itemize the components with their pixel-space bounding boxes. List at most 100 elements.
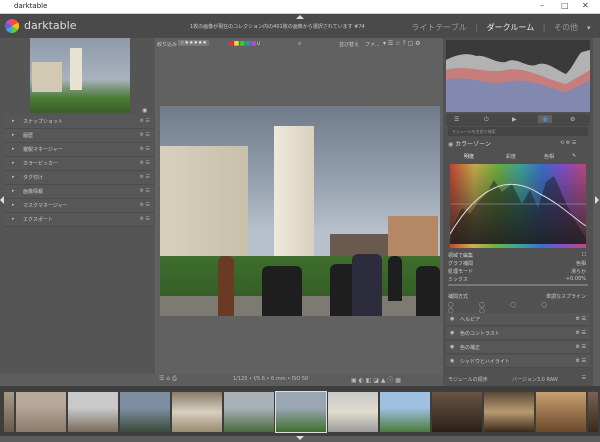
bottom-toolbar: ☰ ⌂ ⎙ 1/125 • f/5.6 • 6 mm • ISO 50 ▣ ◐ …	[155, 374, 443, 386]
bottom-collapse-icon[interactable]	[296, 436, 304, 440]
filmstrip-thumb[interactable]	[536, 392, 586, 432]
view-lighttable[interactable]: ライトテーブル	[411, 23, 467, 32]
module-icons[interactable]: ⚙ ☰	[139, 132, 150, 138]
module-row-2[interactable]: ◉ 色のコントラスト ⚙ ☰	[446, 327, 590, 340]
module-icons[interactable]: ⚙ ☰	[139, 174, 150, 180]
tab-hue[interactable]: 色相	[544, 153, 554, 160]
module-icons[interactable]: ⚙ ☰	[139, 160, 150, 166]
filmstrip-thumb[interactable]	[4, 392, 14, 432]
filmstrip-thumb[interactable]	[588, 392, 598, 432]
power-icon[interactable]: ⏻	[484, 116, 489, 124]
mix-slider[interactable]	[448, 284, 588, 286]
filter-bar: 絞り込み ☆★★★★★ ■■■■■∪ ⌕ 並び替え ファ... ▾ ☰ ☆ ? …	[155, 39, 443, 51]
filter-label: 絞り込み	[157, 42, 178, 48]
module-title: ◉ カラーゾーン	[448, 141, 491, 148]
filmstrip-thumb[interactable]	[172, 392, 222, 432]
window-title: darktable	[14, 2, 48, 10]
filmstrip-thumb[interactable]	[120, 392, 170, 432]
bottom-left-icons[interactable]: ☰ ⌂ ⎙	[159, 375, 177, 383]
gear-icon[interactable]: ⚙	[570, 116, 575, 123]
module-row-3[interactable]: ◉ 色の補正 ⚙ ☰	[446, 341, 590, 354]
view-switcher: ライトテーブル | ダークルーム | その他	[411, 23, 578, 32]
filmstrip-thumb[interactable]	[224, 392, 274, 432]
colorzones-tabs: 明度 彩度 色相 ✎	[450, 152, 586, 161]
curve	[450, 176, 586, 244]
module-tagging[interactable]: ▸ タグ付け ⚙ ☰	[4, 171, 154, 185]
blend-mode-icons[interactable]: ◯ ◯ ◯ ◯ ◯ ◯	[448, 302, 588, 314]
module-group-tabs[interactable]: ☰ ⏻ ▶ ◉ ⚙	[446, 114, 590, 126]
chevron-down-icon[interactable]: ▾	[587, 24, 591, 32]
module-row-1[interactable]: ◉ ヘルピア ⚙ ☰	[446, 313, 590, 326]
sort-label: 並び替え	[339, 42, 360, 48]
param-process-mode[interactable]: 処理モード 滑らか	[448, 268, 588, 275]
darktable-logo-icon	[5, 19, 19, 33]
module-enable-icon[interactable]: ◉	[448, 141, 453, 148]
view-darkroom[interactable]: ダークルーム	[487, 23, 535, 32]
module-icons[interactable]: ⚙ ☰	[139, 188, 150, 194]
module-icons[interactable]: ⚙ ☰	[139, 202, 150, 208]
rating-filter[interactable]: ☆★★★★★	[178, 40, 209, 46]
toolbar-icons[interactable]: ▾ ☰ ☆ ? ▢ ⚙	[383, 40, 421, 47]
filmstrip-thumb[interactable]	[68, 392, 118, 432]
picker-icon[interactable]: ✎	[572, 153, 576, 159]
module-export[interactable]: ▸ エクスポート ⚙ ☰	[4, 213, 154, 227]
module-search-input[interactable]: モジュールを名前で検索	[448, 127, 588, 136]
module-image-info[interactable]: ▸ 画像情報 ⚙ ☰	[4, 185, 154, 199]
bottom-right-icons[interactable]: ▣ ◐ ◧ ◪ ▲ ⓘ ▦	[351, 375, 401, 384]
left-module-list: ▸ スナップショット ⚙ ☰ ▸ 履歴 ⚙ ☰ ▸ 複製マネージャー ⚙ ☰ ▸ カラーピッカ…	[4, 115, 154, 227]
module-mask-manager[interactable]: ▸ マスクマネージャー ⚙ ☰	[4, 199, 154, 213]
param-mix[interactable]: ミックス +0.00%	[448, 276, 588, 283]
exif-info: 1/125 • f/5.6 • 6 mm • ISO 50	[233, 376, 309, 382]
leaning-tower	[274, 126, 314, 261]
navigation-preview[interactable]	[30, 38, 130, 113]
histogram-graph	[446, 50, 590, 112]
status-message: 1枚の画像が現在のコレクション内の401枚の画像から選択されています #74	[190, 24, 365, 30]
search-icon[interactable]: ⌕	[298, 40, 301, 48]
histogram[interactable]	[446, 40, 590, 112]
eye-icon[interactable]: ◉	[142, 107, 147, 114]
module-icons[interactable]: ⚙ ☰	[139, 146, 150, 152]
module-history[interactable]: ▸ 履歴 ⚙ ☰	[4, 129, 154, 143]
cathedral	[160, 146, 248, 261]
brand-name: darktable	[24, 19, 77, 32]
presets-icon[interactable]: ☰	[454, 116, 459, 123]
tab-saturation[interactable]: 彩度	[506, 153, 516, 160]
module-icons[interactable]: ⚙ ☰	[139, 118, 150, 124]
left-collapse-icon[interactable]	[0, 196, 4, 204]
sort-select[interactable]: ファ...	[365, 41, 380, 48]
color-label-filter[interactable]: ■■■■■∪	[228, 40, 261, 47]
filmstrip-thumb[interactable]	[328, 392, 378, 432]
module-color-picker[interactable]: ▸ カラーピッカー ⚙ ☰	[4, 157, 154, 171]
top-collapse-icon[interactable]	[296, 15, 304, 19]
view-other[interactable]: その他	[554, 23, 578, 32]
module-icons[interactable]: ⚙ ☰	[139, 216, 150, 222]
hue-bar	[450, 244, 586, 248]
close-icon[interactable]: ✕	[582, 1, 589, 10]
tab-lightness[interactable]: 明度	[464, 153, 474, 160]
param-graph-interp[interactable]: グラフ補間 色相	[448, 260, 588, 267]
color-group-icon[interactable]: ◉	[538, 115, 553, 123]
checkbox-icon[interactable]: ☐	[582, 252, 586, 258]
filmstrip-thumb[interactable]	[484, 392, 534, 432]
module-order-select[interactable]: バージョン3.0 RAW	[512, 376, 558, 383]
module-duplicate-manager[interactable]: ▸ 複製マネージャー ⚙ ☰	[4, 143, 154, 157]
filmstrip-thumb[interactable]	[432, 392, 482, 432]
preview-tower	[70, 48, 82, 90]
filmstrip-thumb[interactable]	[16, 392, 66, 432]
right-collapse-icon[interactable]	[595, 196, 599, 204]
module-order-footer: モジュールの順序 バージョン3.0 RAW ☰	[448, 375, 586, 383]
preview-cathedral	[32, 62, 62, 92]
title-bar: darktable – □ ✕	[0, 0, 600, 14]
param-blend[interactable]: 補間方式 単調なスプライン	[448, 293, 588, 300]
maximize-icon[interactable]: □	[561, 1, 569, 10]
module-snapshots[interactable]: ▸ スナップショット ⚙ ☰	[4, 115, 154, 129]
minimize-icon[interactable]: –	[540, 1, 544, 10]
main-image[interactable]	[160, 106, 440, 316]
filmstrip-thumb[interactable]	[380, 392, 430, 432]
module-row-4[interactable]: ◉ シャドウとハイライト ⚙ ☰	[446, 355, 590, 368]
param-edit-by-area[interactable]: 領域で編集 ☐	[448, 252, 588, 259]
module-header-icons[interactable]: ⟲ ⚙ ☰	[560, 140, 576, 146]
play-icon[interactable]: ▶	[512, 116, 517, 123]
colorzones-graph[interactable]	[450, 164, 586, 244]
filmstrip-thumb-selected[interactable]	[275, 391, 327, 433]
